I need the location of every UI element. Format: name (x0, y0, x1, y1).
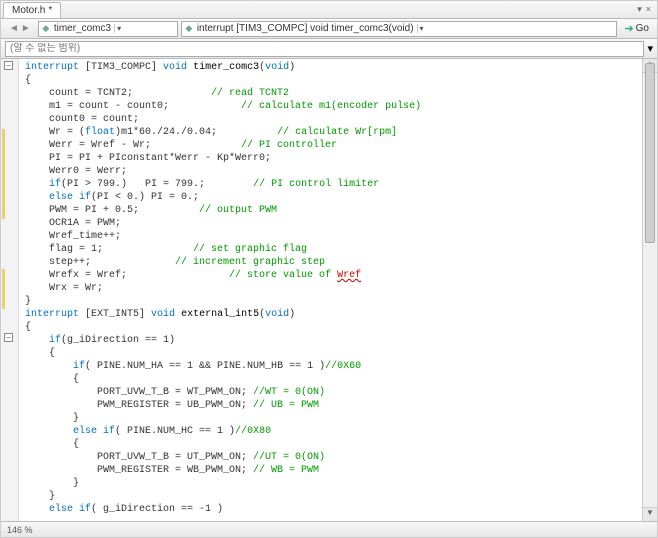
go-arrow-icon: ➔ (624, 22, 633, 35)
gutter[interactable]: –– (1, 59, 19, 521)
tab-menu-icon[interactable]: ▾ (637, 4, 642, 15)
code-line[interactable]: PWM_REGISTER = WB_PWM_ON; // WB = PWM (25, 464, 642, 477)
scope-label: timer_comc3 (51, 23, 114, 34)
change-marker (2, 129, 5, 219)
go-label: Go (636, 23, 649, 34)
code-line[interactable]: count0 = count; (25, 113, 642, 126)
find-bar: ▾ (1, 39, 657, 59)
symbol-dropdown[interactable]: ◆ interrupt [TIM3_COMPC] void timer_comc… (181, 21, 618, 37)
code-line[interactable]: PORT_UVW_T_B = UT_PWM_ON; //UT = 0(ON) (25, 451, 642, 464)
code-editor[interactable]: interrupt [TIM3_COMPC] void timer_comc3(… (19, 59, 642, 521)
chevron-down-icon: ▾ (417, 24, 426, 33)
editor-area: –– interrupt [TIM3_COMPC] void timer_com… (1, 59, 657, 521)
code-line[interactable]: if(g_iDirection == 1) (25, 334, 642, 347)
fold-toggle-icon[interactable]: – (4, 61, 13, 70)
nav-forward-icon[interactable]: ► (21, 23, 31, 34)
status-bar: 146 % (1, 521, 657, 537)
code-line[interactable]: if( PINE.NUM_HA == 1 && PINE.NUM_HB == 1… (25, 360, 642, 373)
find-box[interactable] (5, 41, 644, 57)
code-line[interactable]: Wref_time++; (25, 230, 642, 243)
code-line[interactable]: PWM_REGISTER = UB_PWM_ON; // UB = PWM (25, 399, 642, 412)
code-line[interactable]: { (25, 321, 642, 334)
code-line[interactable]: } (25, 490, 642, 503)
code-line[interactable]: } (25, 477, 642, 490)
context-toolbar: ◄ ► ◆ timer_comc3 ▾ ◆ interrupt [TIM3_CO… (1, 19, 657, 39)
code-line[interactable]: PWM = PI + 0.5; // output PWM (25, 204, 642, 217)
code-line[interactable]: flag = 1; // set graphic flag (25, 243, 642, 256)
scope-icon: ◆ (41, 24, 51, 34)
code-line[interactable]: { (25, 347, 642, 360)
find-input[interactable] (6, 43, 643, 54)
code-line[interactable]: Wrx = Wr; (25, 282, 642, 295)
code-line[interactable]: else if( g_iDirection == -1 ) (25, 503, 642, 516)
code-line[interactable]: step++; // increment graphic step (25, 256, 642, 269)
code-line[interactable]: { (25, 74, 642, 87)
code-line[interactable]: interrupt [EXT_INT5] void external_int5(… (25, 308, 642, 321)
chevron-down-icon: ▾ (114, 24, 123, 33)
file-tab-motor-h[interactable]: Motor.h* (3, 2, 61, 18)
code-line[interactable]: PORT_UVW_T_B = WT_PWM_ON; //WT = 0(ON) (25, 386, 642, 399)
code-line[interactable]: PI = PI + PIconstant*Werr - Kp*Werr0; (25, 152, 642, 165)
go-button[interactable]: ➔ Go (620, 22, 653, 35)
fold-toggle-icon[interactable]: – (4, 333, 13, 342)
scope-dropdown[interactable]: ◆ timer_comc3 ▾ (38, 21, 178, 37)
code-line[interactable]: else if( PINE.NUM_HC == 1 )//0X80 (25, 425, 642, 438)
tab-dirty-marker: * (48, 5, 52, 16)
code-line[interactable]: { (25, 373, 642, 386)
editor-window: Motor.h* ▾ × ◄ ► ◆ timer_comc3 ▾ ◆ inter… (0, 0, 658, 538)
code-line[interactable]: if(PI > 799.) PI = 799.; // PI control l… (25, 178, 642, 191)
code-line[interactable]: Wr = (float)m1*60./24./0.04; // calculat… (25, 126, 642, 139)
zoom-level[interactable]: 146 % (7, 525, 33, 535)
tab-title: Motor.h (12, 5, 45, 16)
code-line[interactable]: count = TCNT2; // read TCNT2 (25, 87, 642, 100)
code-line[interactable]: m1 = count - count0; // calculate m1(enc… (25, 100, 642, 113)
code-line[interactable]: Werr0 = Werr; (25, 165, 642, 178)
symbol-label: interrupt [TIM3_COMPC] void timer_comc3(… (194, 23, 417, 34)
nav-back-icon[interactable]: ◄ (9, 23, 19, 34)
scrollbar-thumb[interactable] (645, 63, 655, 243)
tab-close-icon[interactable]: × (646, 4, 651, 15)
code-line[interactable]: OCR1A = PWM; (25, 217, 642, 230)
tab-bar: Motor.h* ▾ × (1, 1, 657, 19)
scroll-down-icon[interactable]: ▼ (643, 507, 657, 521)
code-line[interactable]: } (25, 412, 642, 425)
change-marker (2, 269, 5, 309)
code-line[interactable]: else if(PI < 0.) PI = 0.; (25, 191, 642, 204)
vertical-scrollbar[interactable]: ▲ ▼ (642, 59, 657, 521)
nav-arrows: ◄ ► (5, 23, 35, 34)
find-dropdown-icon[interactable]: ▾ (647, 42, 653, 55)
code-line[interactable]: Werr = Wref - Wr; // PI controller (25, 139, 642, 152)
symbol-icon: ◆ (184, 24, 194, 34)
code-line[interactable]: interrupt [TIM3_COMPC] void timer_comc3(… (25, 61, 642, 74)
code-line[interactable]: { (25, 438, 642, 451)
code-line[interactable]: Wrefx = Wref; // store value of Wref (25, 269, 642, 282)
code-line[interactable]: } (25, 295, 642, 308)
